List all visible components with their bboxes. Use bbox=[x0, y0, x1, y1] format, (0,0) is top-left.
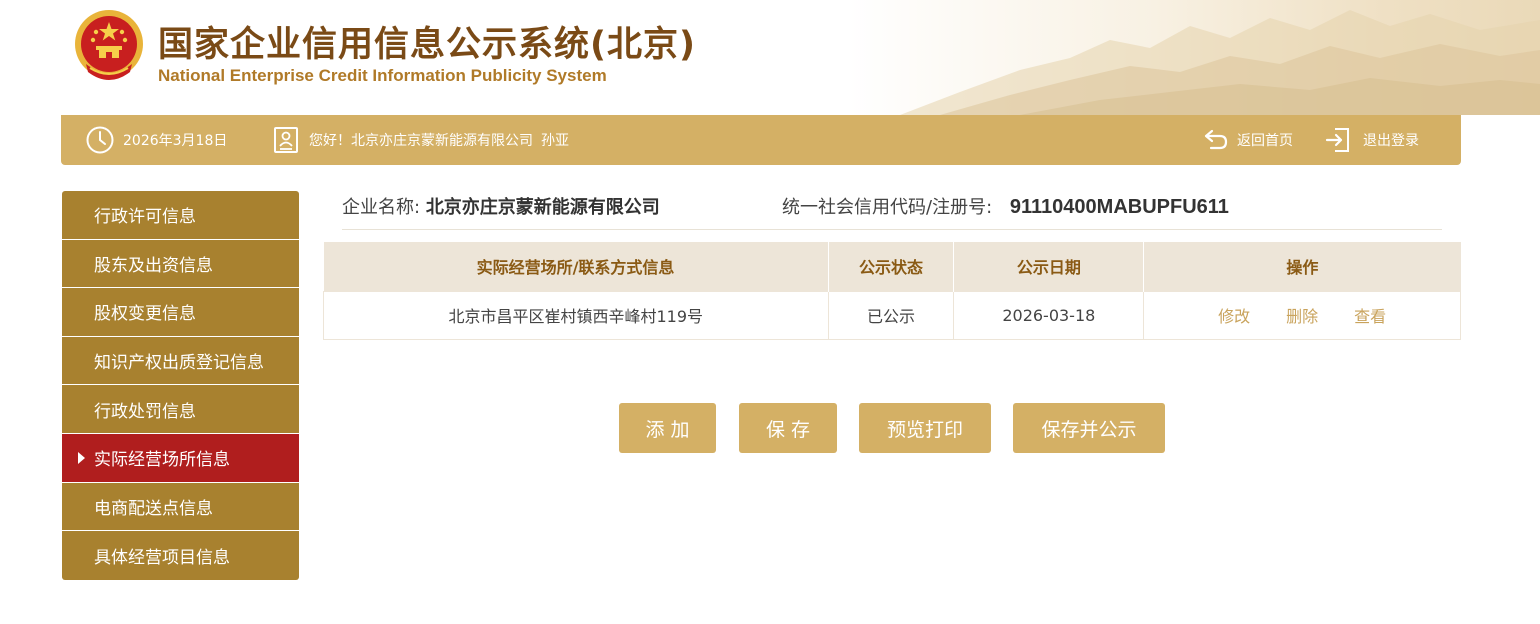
sidebar-item-label: 行政处罚信息 bbox=[94, 401, 196, 422]
delete-link[interactable]: 删除 bbox=[1286, 307, 1318, 326]
sidebar-menu: 行政许可信息 股东及出资信息 股权变更信息 知识产权出质登记信息 行政处罚信息 … bbox=[62, 191, 299, 580]
column-header-actions: 操作 bbox=[1143, 242, 1461, 291]
sidebar-item-equity-change[interactable]: 股权变更信息 bbox=[62, 288, 299, 337]
greeting: 您好！北京亦庄京蒙新能源有限公司 孙亚 bbox=[273, 115, 569, 165]
company-name-label: 企业名称: bbox=[342, 197, 421, 218]
greeting-text: 您好！北京亦庄京蒙新能源有限公司 bbox=[309, 133, 533, 149]
sidebar-item-label: 行政许可信息 bbox=[94, 207, 196, 228]
return-arrow-icon bbox=[1204, 129, 1228, 150]
column-header-date: 公示日期 bbox=[953, 242, 1145, 291]
premises-table: 实际经营场所/联系方式信息 公示状态 公示日期 操作 北京市昌平区崔村镇西辛峰村… bbox=[323, 242, 1461, 340]
mountain-background-image bbox=[900, 10, 1540, 115]
cell-actions: 修改 删除 查看 bbox=[1143, 290, 1461, 340]
home-label: 返回首页 bbox=[1237, 133, 1293, 149]
user-card-icon bbox=[274, 127, 298, 153]
column-header-address: 实际经营场所/联系方式信息 bbox=[323, 242, 829, 291]
site-title: 国家企业信用信息公示系统(北京) bbox=[158, 25, 696, 65]
company-name-field: 企业名称: 北京亦庄京蒙新能源有限公司 bbox=[342, 193, 660, 219]
credit-code: 91110400MABUPFU611 bbox=[1009, 196, 1229, 218]
active-arrow-icon bbox=[78, 451, 85, 464]
sidebar-item-business-items[interactable]: 具体经营项目信息 bbox=[62, 531, 299, 580]
date-text: 2026年3月18日 bbox=[123, 133, 228, 149]
company-name: 北京亦庄京蒙新能源有限公司 bbox=[425, 197, 660, 218]
sidebar-item-ip-pledge[interactable]: 知识产权出质登记信息 bbox=[62, 336, 299, 386]
sidebar-item-admin-license[interactable]: 行政许可信息 bbox=[62, 191, 299, 240]
save-and-publish-button[interactable]: 保存并公示 bbox=[1013, 403, 1165, 453]
user-name: 孙亚 bbox=[541, 133, 569, 149]
cell-address: 北京市昌平区崔村镇西辛峰村119号 bbox=[323, 290, 829, 340]
preview-print-button[interactable]: 预览打印 bbox=[859, 403, 991, 453]
sidebar-item-business-premises[interactable]: 实际经营场所信息 bbox=[62, 433, 299, 483]
save-button[interactable]: 保 存 bbox=[739, 403, 837, 453]
sidebar-item-label: 股东及出资信息 bbox=[94, 255, 213, 276]
add-button[interactable]: 添 加 bbox=[619, 403, 716, 453]
view-link[interactable]: 查看 bbox=[1354, 307, 1386, 326]
sidebar-item-label: 电商配送点信息 bbox=[94, 498, 213, 519]
logout-link[interactable]: 退出登录 bbox=[1325, 115, 1419, 165]
home-link[interactable]: 返回首页 bbox=[1203, 115, 1293, 165]
credit-code-field: 统一社会信用代码/注册号: 91110400MABUPFU611 bbox=[782, 193, 1229, 219]
table-header-row: 实际经营场所/联系方式信息 公示状态 公示日期 操作 bbox=[323, 242, 1461, 291]
national-emblem-icon bbox=[75, 10, 143, 80]
site-subtitle: National Enterprise Credit Information P… bbox=[158, 66, 607, 85]
site-header: 国家企业信用信息公示系统(北京) National Enterprise Cre… bbox=[0, 0, 1540, 115]
logout-label: 退出登录 bbox=[1363, 133, 1419, 149]
sidebar-item-label: 股权变更信息 bbox=[94, 304, 196, 325]
edit-link[interactable]: 修改 bbox=[1218, 307, 1250, 326]
sidebar-item-label: 知识产权出质登记信息 bbox=[94, 353, 264, 374]
cell-status: 已公示 bbox=[827, 290, 955, 340]
logout-icon bbox=[1325, 128, 1349, 152]
cell-date: 2026-03-18 bbox=[953, 290, 1145, 340]
date-display: 2026年3月18日 bbox=[85, 115, 227, 165]
company-info: 企业名称: 北京亦庄京蒙新能源有限公司 统一社会信用代码/注册号: 911104… bbox=[342, 191, 1442, 230]
clock-icon bbox=[86, 126, 114, 154]
credit-code-label: 统一社会信用代码/注册号: bbox=[782, 197, 993, 218]
sidebar-item-label: 实际经营场所信息 bbox=[94, 450, 230, 471]
top-bar: 2026年3月18日 您好！北京亦庄京蒙新能源有限公司 孙亚 返回首页 退出登录 bbox=[61, 115, 1461, 165]
sidebar-item-label: 具体经营项目信息 bbox=[94, 547, 230, 568]
sidebar-item-admin-penalty[interactable]: 行政处罚信息 bbox=[62, 385, 299, 434]
sidebar-item-ecommerce-delivery[interactable]: 电商配送点信息 bbox=[62, 482, 299, 532]
column-header-status: 公示状态 bbox=[828, 242, 955, 291]
sidebar-item-shareholders[interactable]: 股东及出资信息 bbox=[62, 239, 299, 289]
table-row: 北京市昌平区崔村镇西辛峰村119号 已公示 2026-03-18 修改 删除 查看 bbox=[323, 290, 1461, 340]
